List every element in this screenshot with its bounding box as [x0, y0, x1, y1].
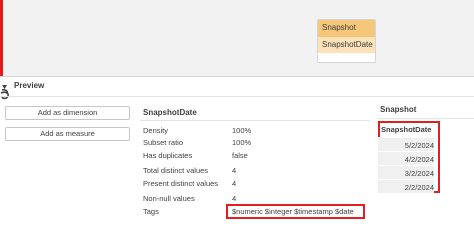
field-details-title: SnapshotDate — [143, 108, 197, 117]
stat-value: 4 — [232, 166, 237, 175]
data-preview-cell: 2/2/2024 — [378, 179, 434, 193]
highlight-edge — [0, 0, 3, 76]
data-preview-table-title: Snapshot — [380, 105, 417, 114]
snapshot-table-card[interactable]: Snapshot SnapshotDate — [317, 19, 376, 63]
stat-row-subset-ratio: Subset ratio 100% — [143, 138, 363, 150]
stat-key: Has duplicates — [143, 151, 193, 160]
data-preview-separator — [378, 118, 474, 119]
preview-toggle-label[interactable]: Preview — [14, 81, 44, 90]
stat-row-density: Density 100% — [143, 126, 363, 138]
stat-key: Non-null values — [143, 194, 195, 203]
stat-row-present-distinct: Present distinct values 4 — [143, 179, 363, 191]
data-preview-highlight-box: SnapshotDate 5/2/2024 4/2/2024 3/2/2024 … — [378, 121, 440, 193]
field-details-separator — [140, 120, 370, 121]
data-preview-column-header: SnapshotDate — [381, 125, 432, 134]
data-preview-cell: 3/2/2024 — [378, 165, 434, 179]
stat-key: Total distinct values — [143, 166, 209, 175]
stat-value: false — [232, 151, 248, 160]
add-as-measure-button[interactable]: Add as measure — [5, 127, 130, 141]
data-preview-cell: 5/2/2024 — [378, 137, 434, 151]
stat-value: 100% — [232, 138, 252, 147]
stat-key: Density — [143, 126, 169, 135]
table-card-field[interactable]: SnapshotDate — [318, 37, 375, 53]
tags-highlight-box — [226, 204, 365, 219]
stat-value: 4 — [232, 179, 237, 188]
table-card-title[interactable]: Snapshot — [318, 20, 375, 37]
stat-value: 100% — [232, 126, 252, 135]
stat-row-has-duplicates: Has duplicates false — [143, 151, 363, 163]
stat-row-total-distinct: Total distinct values 4 — [143, 166, 363, 178]
panel-divider[interactable] — [0, 76, 474, 77]
stat-value: 4 — [232, 194, 237, 203]
add-as-dimension-button[interactable]: Add as dimension — [5, 106, 130, 120]
stat-key: Subset ratio — [143, 138, 184, 147]
stat-key: Present distinct values — [143, 179, 219, 188]
data-preview-cell: 4/2/2024 — [378, 151, 434, 165]
chevron-down-icon[interactable] — [0, 81, 12, 103]
model-canvas: Snapshot SnapshotDate — [0, 0, 474, 76]
preview-separator — [0, 96, 474, 97]
stat-key: Tags — [143, 207, 159, 216]
